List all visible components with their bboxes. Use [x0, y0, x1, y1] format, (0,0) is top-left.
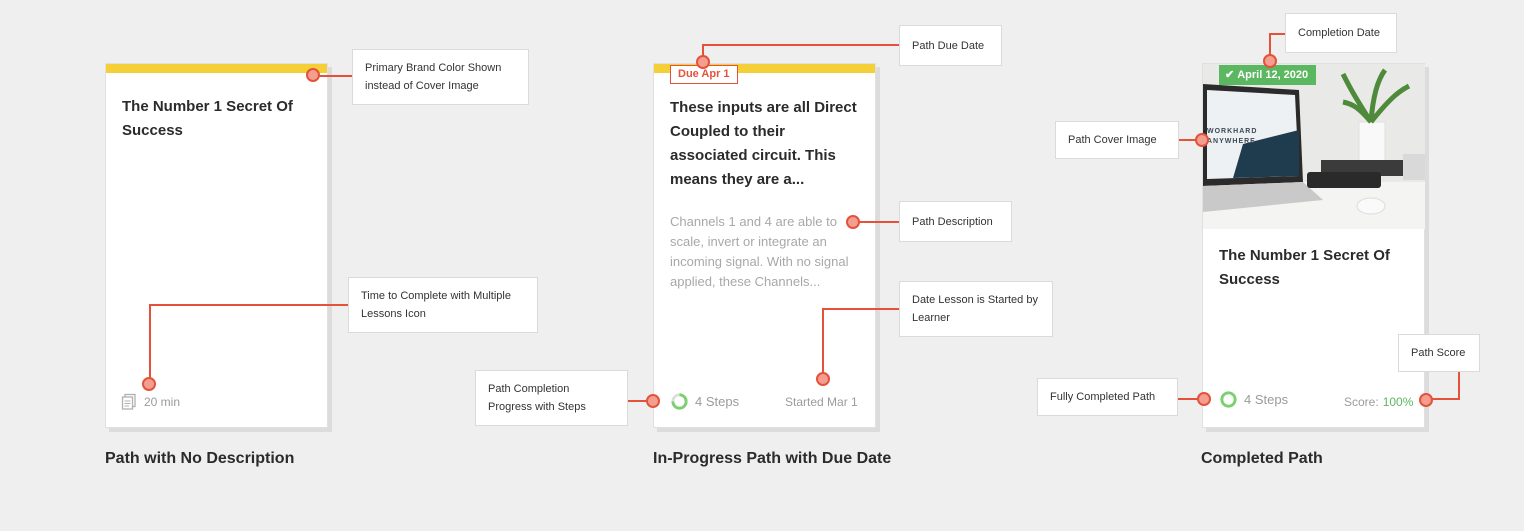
caption-completed: Completed Path [1201, 450, 1323, 467]
path-score: Score: 100% [1344, 395, 1413, 409]
score-value: 100% [1382, 395, 1414, 409]
progress-steps: 4 Steps [670, 392, 739, 411]
steps-label: 4 Steps [695, 394, 740, 409]
card-description: Channels 1 and 4 are able to scale, inve… [670, 214, 849, 289]
marker-time-complete [142, 377, 156, 391]
connector-line [149, 304, 348, 306]
marker-brand-color [306, 68, 320, 82]
connector-line [822, 308, 899, 310]
path-card-completed[interactable]: WORKHARD ANYWHERE ✔ April 12, 2020 The Nu… [1202, 63, 1425, 428]
callout-score: Path Score [1398, 334, 1480, 372]
check-icon: ✔ [1225, 69, 1235, 81]
connector-line [1458, 372, 1460, 400]
callout-completion-date: Completion Date [1285, 13, 1397, 53]
marker-score [1419, 393, 1433, 407]
callout-brand-color: Primary Brand Color Shown instead of Cov… [352, 49, 529, 105]
connector-line [822, 308, 824, 379]
caption-no-description: Path with No Description [105, 450, 295, 467]
callout-description: Path Description [899, 201, 1012, 242]
marker-fully-completed [1197, 392, 1211, 406]
started-date: Started Mar 1 [785, 395, 858, 409]
callout-time-complete: Time to Complete with Multiple Lessons I… [348, 277, 538, 333]
path-card-no-description[interactable]: The Number 1 Secret Of Success 20 min [105, 63, 328, 428]
marker-cover-image [1195, 133, 1209, 147]
connector-line [149, 304, 151, 384]
marker-date-started [816, 372, 830, 386]
callout-cover-image: Path Cover Image [1055, 121, 1179, 159]
card-title: These inputs are all Direct Coupled to t… [670, 99, 857, 188]
marker-description [846, 215, 860, 229]
cover-image-text: WORKHARD ANYWHERE [1207, 128, 1258, 145]
connector-line [702, 44, 899, 46]
progress-ring-icon [670, 392, 689, 411]
path-card-in-progress[interactable]: Due Apr 1 These inputs are all Direct Co… [653, 63, 876, 428]
callout-fully-completed: Fully Completed Path [1037, 378, 1178, 416]
connector-line [1269, 33, 1285, 35]
completion-date-badge: ✔ April 12, 2020 [1219, 65, 1317, 85]
score-label: Score: [1344, 395, 1379, 409]
brand-color-bar [106, 64, 327, 73]
time-label: 20 min [144, 395, 181, 409]
card-title: The Number 1 Secret Of Success [122, 98, 293, 139]
card-title: The Number 1 Secret Of Success [1219, 247, 1390, 288]
time-to-complete: 20 min [120, 393, 180, 411]
progress-steps-complete: 4 Steps [1219, 390, 1288, 409]
caption-in-progress: In-Progress Path with Due Date [653, 450, 892, 467]
callout-date-started: Date Lesson is Started by Learner [899, 281, 1053, 337]
completion-date-text: April 12, 2020 [1237, 69, 1309, 81]
progress-ring-icon [1219, 390, 1238, 409]
callout-progress: Path Completion Progress with Steps [475, 370, 628, 426]
steps-label: 4 Steps [1244, 392, 1289, 407]
callout-due-date: Path Due Date [899, 25, 1002, 66]
marker-due-date [696, 55, 710, 69]
multiple-lessons-icon [120, 393, 138, 411]
path-cover-image: WORKHARD ANYWHERE [1203, 64, 1425, 229]
marker-progress [646, 394, 660, 408]
marker-completion-date [1263, 54, 1277, 68]
